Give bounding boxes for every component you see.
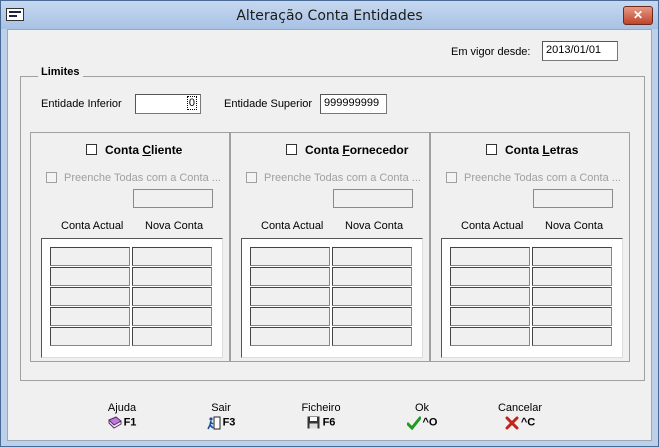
grid-cell[interactable] — [332, 247, 412, 266]
ficheiro-label: Ficheiro — [301, 402, 341, 414]
grid-cell[interactable] — [450, 267, 530, 286]
ok-label: Ok — [414, 402, 430, 414]
entidade-inferior-label: Entidade Inferior — [41, 98, 122, 110]
close-button[interactable]: ✕ — [623, 6, 653, 25]
conta-fornecedor-grid — [241, 238, 423, 358]
col-nova-conta: Nova Conta — [145, 220, 204, 232]
ajuda-key: F1 — [123, 416, 137, 429]
cancelar-key: ^C — [520, 416, 536, 429]
col-conta-actual: Conta Actual — [61, 220, 124, 232]
preenche-letras-input[interactable] — [533, 189, 613, 208]
x-cross-icon — [505, 416, 519, 430]
exit-door-icon — [206, 416, 221, 430]
grid-cell[interactable] — [450, 327, 530, 346]
grid-cell[interactable] — [450, 307, 530, 326]
preenche-fornecedor-checkbox[interactable] — [246, 172, 257, 183]
sair-label: Sair — [211, 402, 231, 414]
grid-cell[interactable] — [332, 327, 412, 346]
vigor-label: Em vigor desde: — [451, 46, 531, 58]
vigor-date-input[interactable]: 2013/01/01 — [542, 41, 618, 61]
grid-cell[interactable] — [332, 307, 412, 326]
cancelar-button[interactable]: Cancelar ^C — [490, 402, 550, 430]
grid-cell[interactable] — [450, 247, 530, 266]
grid-cell[interactable] — [50, 307, 130, 326]
conta-letras-checkbox[interactable] — [486, 144, 497, 155]
preenche-fornecedor-input[interactable] — [333, 189, 413, 208]
conta-fornecedor-checkbox[interactable] — [286, 144, 297, 155]
window-title: Alteração Conta Entidades — [236, 8, 423, 24]
preenche-letras-label: Preenche Todas com a Conta ... — [464, 172, 621, 184]
grid-cell[interactable] — [532, 307, 612, 326]
conta-letras-title[interactable]: Conta Letras — [505, 143, 578, 157]
entidade-superior-label: Entidade Superior — [224, 98, 313, 110]
grid-cell[interactable] — [532, 247, 612, 266]
preenche-letras-checkbox[interactable] — [446, 172, 457, 183]
ficheiro-button[interactable]: Ficheiro F6 — [291, 402, 351, 429]
preenche-cliente-input[interactable] — [133, 189, 213, 208]
panel-conta-fornecedor: Conta Fornecedor Preenche Todas com a Co… — [230, 132, 430, 362]
panel-conta-cliente: Conta Cliente Preenche Todas com a Conta… — [30, 132, 230, 362]
grid-cell[interactable] — [132, 267, 212, 286]
col-conta-actual: Conta Actual — [261, 220, 324, 232]
dialog-body: Em vigor desde: 2013/01/01 Limites Entid… — [7, 29, 652, 441]
sair-button[interactable]: Sair F3 — [191, 402, 251, 430]
checkmark-icon — [406, 416, 421, 431]
grid-cell[interactable] — [532, 267, 612, 286]
cancelar-label: Cancelar — [497, 402, 543, 414]
preenche-cliente-label: Preenche Todas com a Conta ... — [64, 172, 221, 184]
sair-key: F3 — [222, 416, 236, 429]
grid-cell[interactable] — [132, 287, 212, 306]
conta-fornecedor-title[interactable]: Conta Fornecedor — [305, 143, 408, 157]
ok-key: ^O — [422, 416, 438, 429]
ficheiro-key: F6 — [322, 416, 336, 429]
entidade-inferior-input[interactable]: 0 — [135, 94, 201, 114]
grid-cell[interactable] — [50, 327, 130, 346]
entidade-superior-input[interactable]: 999999999 — [320, 94, 387, 114]
dialog-window: Alteração Conta Entidades ✕ Em vigor des… — [0, 0, 659, 447]
grid-cell[interactable] — [50, 247, 130, 266]
grid-cell[interactable] — [50, 287, 130, 306]
grid-cell[interactable] — [132, 307, 212, 326]
grid-cell[interactable] — [250, 267, 330, 286]
grid-cell[interactable] — [532, 327, 612, 346]
floppy-disk-icon — [307, 416, 321, 429]
ajuda-button[interactable]: Ajuda F1 — [92, 402, 152, 429]
grid-cell[interactable] — [250, 287, 330, 306]
panel-conta-letras: Conta Letras Preenche Todas com a Conta … — [430, 132, 630, 362]
grid-cell[interactable] — [132, 327, 212, 346]
preenche-cliente-checkbox[interactable] — [46, 172, 57, 183]
col-nova-conta: Nova Conta — [345, 220, 404, 232]
grid-cell[interactable] — [250, 247, 330, 266]
grid-cell[interactable] — [250, 327, 330, 346]
grid-cell[interactable] — [50, 267, 130, 286]
grid-cell[interactable] — [532, 287, 612, 306]
book-icon — [107, 416, 122, 429]
limites-title: Limites — [38, 66, 83, 78]
grid-cell[interactable] — [450, 287, 530, 306]
grid-cell[interactable] — [250, 307, 330, 326]
grid-cell[interactable] — [132, 247, 212, 266]
conta-cliente-grid — [41, 238, 223, 358]
grid-cell[interactable] — [332, 287, 412, 306]
title-bar: Alteração Conta Entidades ✕ — [1, 1, 658, 29]
col-conta-actual: Conta Actual — [461, 220, 524, 232]
ajuda-label: Ajuda — [107, 402, 137, 414]
grid-cell[interactable] — [332, 267, 412, 286]
close-icon: ✕ — [632, 8, 644, 22]
preenche-fornecedor-label: Preenche Todas com a Conta ... — [264, 172, 421, 184]
col-nova-conta: Nova Conta — [545, 220, 604, 232]
conta-letras-grid — [441, 238, 623, 358]
conta-cliente-title[interactable]: Conta Cliente — [105, 143, 182, 157]
conta-cliente-checkbox[interactable] — [86, 144, 97, 155]
ok-button[interactable]: Ok ^O — [392, 402, 452, 431]
